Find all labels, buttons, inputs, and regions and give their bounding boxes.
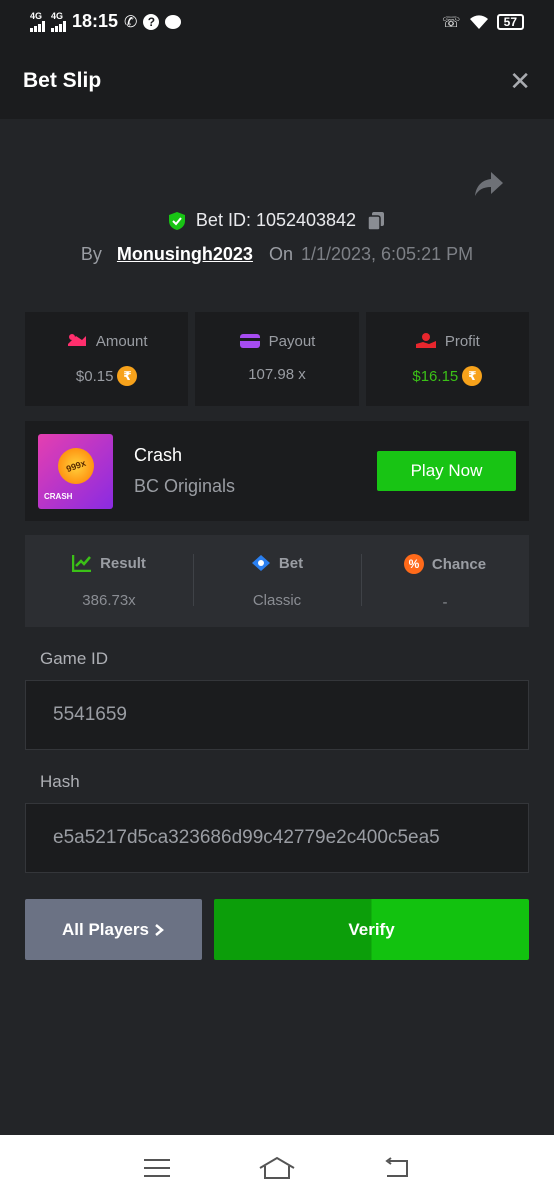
amount-stat: Amount $0.15 ₹ [25, 312, 189, 406]
coin-icon: ₹ [462, 366, 483, 386]
amount-icon [67, 334, 86, 346]
play-now-button[interactable]: Play Now [377, 451, 516, 491]
game-id-field[interactable]: 5541659 [25, 680, 529, 750]
game-name: Crash [134, 445, 183, 465]
game-thumbnail[interactable]: 999x CRASH [38, 433, 113, 509]
amount-value: $0.15 [75, 367, 114, 385]
system-nav-bar [0, 1135, 554, 1200]
bet-date: 1/1/2023, 6:05:21 PM [300, 244, 474, 264]
signal-icon-2: 4G [51, 10, 66, 32]
game-provider: BC Originals [134, 476, 236, 496]
amount-label: Amount [95, 332, 148, 350]
game-card: 999x CRASH Crash BC Originals Play Now [25, 421, 529, 521]
bet-slip-header: Bet Slip ✕ [0, 43, 554, 119]
back-icon[interactable] [383, 1156, 411, 1179]
hash-field[interactable]: e5a5217d5ca323686d99c42779e2c400c5ea5 [25, 803, 529, 873]
network-type-label-2: 4G [51, 10, 64, 21]
bet-label: Bet [278, 554, 304, 572]
status-bar: 4G 4G 18:15 ✆ ? ☏ 57 [0, 0, 554, 43]
profit-stat: Profit $16.15 ₹ [365, 312, 529, 406]
result-card: Result 386.73x Bet Classic % Chance - [25, 535, 529, 627]
all-players-label: All Players [62, 919, 149, 939]
hash-label: Hash [40, 772, 80, 791]
bet-icon [251, 555, 270, 571]
bet-byline: By Monusingh2023 On 1/1/2023, 6:05:21 PM [0, 244, 554, 265]
missed-call-icon: ✆ [124, 13, 138, 31]
by-label: By [80, 244, 102, 264]
thumb-tag: CRASH [44, 491, 73, 501]
game-id-label: Game ID [40, 649, 109, 668]
payout-stat: Payout 107.98 x [195, 312, 359, 406]
copy-icon[interactable] [366, 211, 386, 231]
network-type-label: 4G [30, 10, 43, 21]
home-icon[interactable] [258, 1156, 296, 1180]
verify-button[interactable]: Verify [214, 899, 529, 960]
profit-icon [415, 333, 436, 348]
bet-value: Classic [252, 592, 302, 609]
profit-label: Profit [444, 332, 480, 350]
wallet-icon [239, 334, 260, 348]
shield-check-icon [168, 211, 185, 230]
chance-icon: % [403, 554, 424, 574]
menu-icon[interactable] [143, 1158, 171, 1178]
result-value: 386.73x [82, 592, 136, 609]
payout-value: 107.98 x [248, 366, 306, 383]
bet-id: Bet ID: 1052403842 [195, 210, 357, 230]
username-link[interactable]: Monusingh2023 [117, 244, 253, 265]
wifi-call-icon: ☏ [441, 13, 461, 31]
chance-col: % Chance - [361, 535, 529, 627]
chevron-right-icon [155, 923, 164, 936]
on-label: On [268, 244, 293, 264]
clock: 18:15 [72, 11, 119, 31]
battery-icon: 57 [496, 13, 524, 30]
thumb-multiplier: 999x [52, 442, 100, 489]
bet-stats: Amount $0.15 ₹ Payout 107.98 x Profit $1… [25, 312, 529, 406]
bet-id-row: Bet ID: 1052403842 [0, 210, 554, 231]
help-icon: ? [143, 13, 160, 30]
wifi-icon [469, 14, 488, 29]
signal-icon: 4G [30, 10, 45, 32]
all-players-button[interactable]: All Players [25, 899, 202, 960]
result-label: Result [100, 554, 146, 572]
payout-label: Payout [268, 332, 316, 350]
profit-value: $16.15 [412, 367, 459, 385]
result-icon [72, 555, 92, 572]
chat-icon [165, 14, 182, 29]
chance-value: - [442, 594, 448, 611]
bet-col: Bet Classic [193, 535, 361, 627]
page-title: Bet Slip [23, 69, 102, 92]
close-icon[interactable]: ✕ [509, 66, 531, 97]
share-icon[interactable] [474, 170, 504, 198]
coin-icon: ₹ [117, 366, 138, 386]
chance-label: Chance [431, 555, 487, 573]
result-col: Result 386.73x [25, 535, 193, 627]
